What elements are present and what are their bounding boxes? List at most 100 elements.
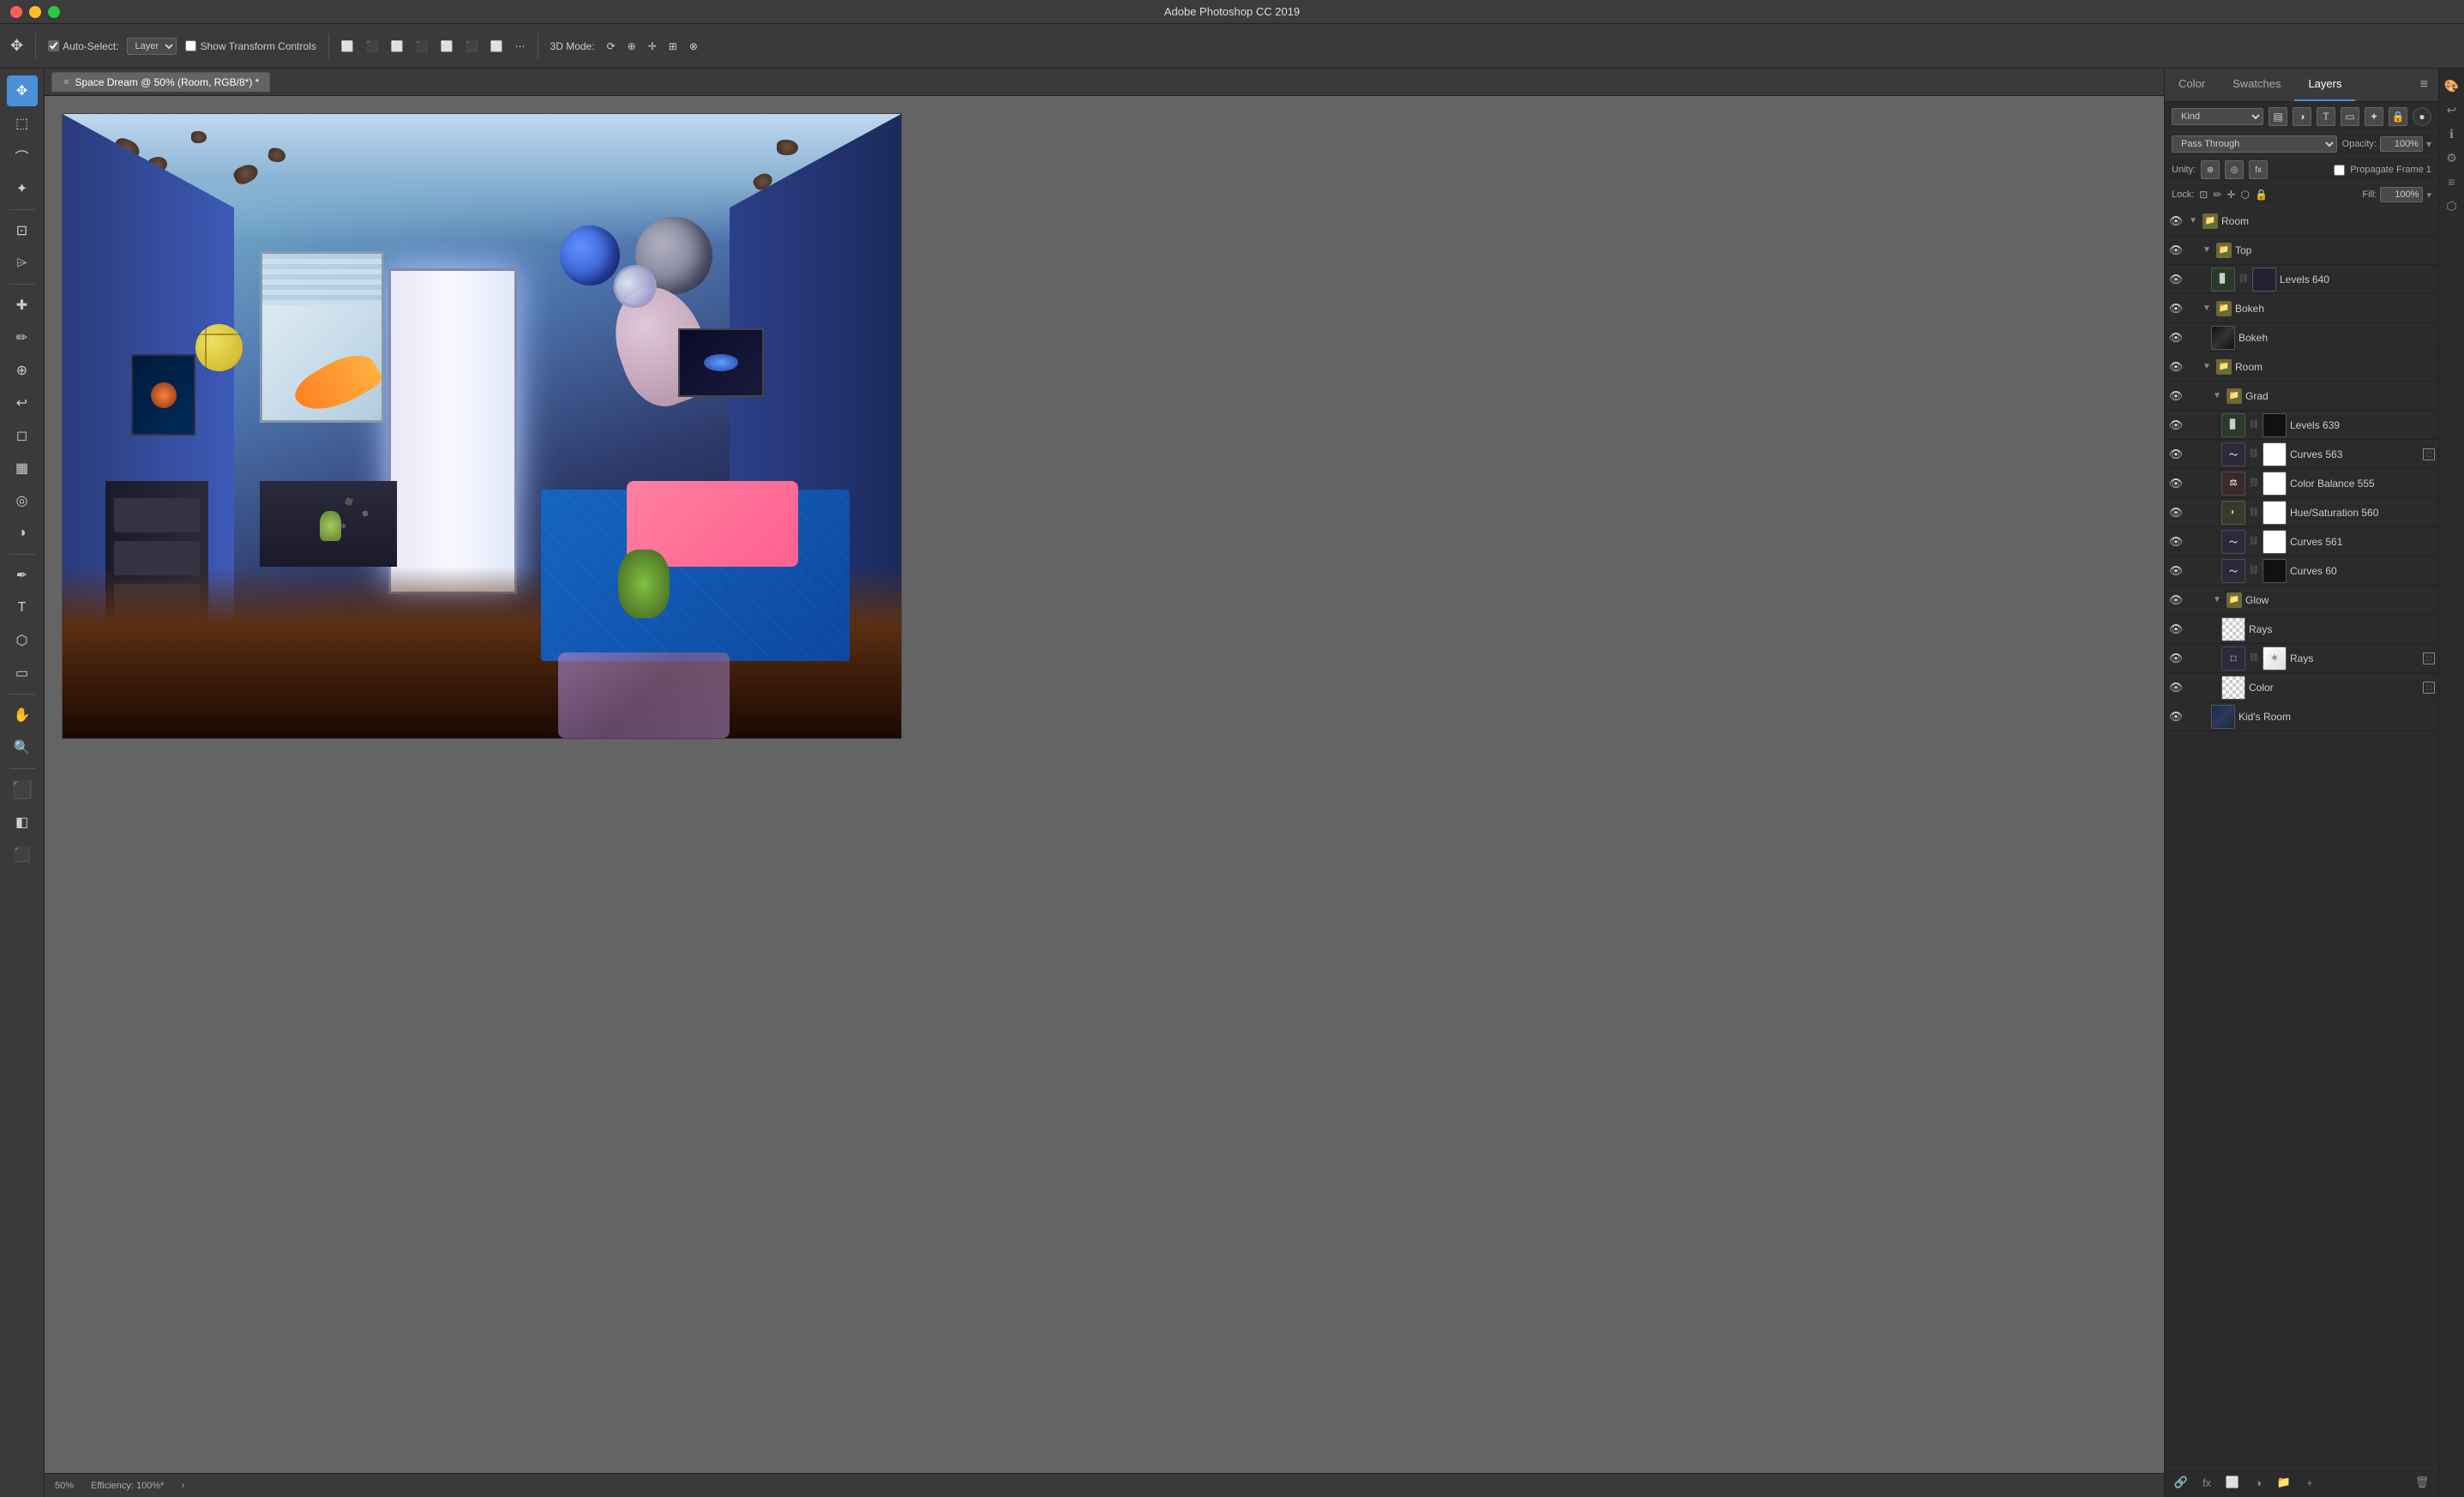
eye-bokeh-group[interactable]: 👁	[2168, 301, 2184, 316]
chain-levels-639[interactable]: ⛓	[2249, 418, 2259, 433]
chain-hs-560[interactable]: ⛓	[2249, 505, 2259, 520]
lock-all-icon[interactable]: 🔒	[2255, 189, 2268, 201]
select-rect-tool[interactable]: ⬚	[7, 108, 38, 139]
layer-levels-639[interactable]: 👁 ▊ ⛓ Levels 639	[2165, 411, 2438, 440]
quick-select-tool[interactable]: ✦	[7, 173, 38, 204]
adjustment-filter-btn[interactable]: ◑	[2293, 107, 2311, 126]
eye-rays-checker[interactable]: 👁	[2168, 622, 2184, 637]
fold-grad[interactable]: ▼	[2211, 390, 2223, 402]
layer-grad-group[interactable]: 👁 ▼ 📁 Grad	[2165, 382, 2438, 411]
align-bottom-btn[interactable]: ⬛	[462, 39, 482, 54]
shape-tool[interactable]: ▭	[7, 658, 38, 688]
dodge-tool[interactable]: ◑	[7, 518, 38, 549]
document-tab[interactable]: ✕ Space Dream @ 50% (Room, RGB/8*) *	[51, 72, 270, 92]
chain-curves-563[interactable]: ⛓	[2249, 447, 2259, 462]
lock-move-icon[interactable]: ✛	[2227, 189, 2235, 201]
eye-top[interactable]: 👁	[2168, 243, 2184, 258]
align-top-btn[interactable]: ⬛	[412, 39, 432, 54]
mini-channels-icon[interactable]: ≡	[2442, 171, 2462, 192]
canvas-viewport[interactable]	[45, 96, 2164, 1473]
layer-rays-checker[interactable]: 👁 Rays	[2165, 615, 2438, 644]
text-tool[interactable]: T	[7, 592, 38, 623]
auto-select-checkbox[interactable]	[48, 40, 59, 51]
unity-btn-1[interactable]: ⊕	[2201, 160, 2220, 179]
blend-mode-select[interactable]: Pass Through	[2172, 135, 2337, 153]
delete-layer-btn[interactable]: 🗑	[2413, 1473, 2431, 1492]
fill-input[interactable]	[2380, 187, 2423, 202]
show-transform-checkbox[interactable]	[185, 40, 196, 51]
pixel-filter-btn[interactable]: ▤	[2269, 107, 2287, 126]
lock-artboard-icon[interactable]: ⬡	[2240, 189, 2249, 201]
crop-tool[interactable]: ⊡	[7, 215, 38, 246]
foreground-color[interactable]: ⬛	[7, 774, 38, 805]
auto-select-toggle[interactable]: Auto-Select:	[45, 39, 122, 54]
distribute-btn[interactable]: ⬜	[487, 39, 507, 54]
kind-select[interactable]: Kind	[2172, 108, 2263, 125]
new-layer-btn[interactable]: +	[2300, 1473, 2319, 1492]
layer-curves-563[interactable]: 👁 〜 ⛓ Curves 563 ⬚	[2165, 440, 2438, 469]
fold-glow[interactable]: ▼	[2211, 594, 2223, 606]
mini-properties-icon[interactable]: ⚙	[2442, 147, 2462, 168]
hand-tool[interactable]: ✋	[7, 700, 38, 730]
align-left-btn[interactable]: ⬜	[338, 39, 358, 54]
3d-scale-btn[interactable]: ⊗	[686, 39, 701, 54]
move-tool[interactable]: ✥	[7, 75, 38, 106]
show-transform-toggle[interactable]: Show Transform Controls	[182, 39, 319, 54]
chain-curves-561[interactable]: ⛓	[2249, 534, 2259, 550]
eye-rays-image[interactable]: 👁	[2168, 651, 2184, 666]
layer-levels-640[interactable]: 👁 ▊ ⛓ Levels 640	[2165, 265, 2438, 294]
history-brush-tool[interactable]: ↩	[7, 388, 38, 418]
add-mask-btn[interactable]: ⬜	[2223, 1473, 2242, 1492]
close-button[interactable]	[10, 6, 22, 18]
layer-bokeh-group[interactable]: 👁 ▼ 📁 Bokeh	[2165, 294, 2438, 323]
eyedropper-tool[interactable]: ⌲	[7, 248, 38, 279]
layer-select[interactable]: Layer	[127, 38, 177, 55]
tab-layers[interactable]: Layers	[2294, 69, 2355, 101]
more-options-btn[interactable]: ⋯	[512, 39, 529, 54]
shape-filter-btn[interactable]: ▭	[2341, 107, 2359, 126]
lock-pixel-icon[interactable]: ✏	[2213, 189, 2221, 201]
chain-rays-image[interactable]: ⛓	[2249, 651, 2259, 666]
layers-list[interactable]: 👁 ▼ 📁 Room 👁 ▼ 📁 Top 👁 ▊ ⛓ Levels 64	[2165, 207, 2438, 1467]
quick-mask-btn[interactable]: ◧	[7, 807, 38, 838]
3d-roll-btn[interactable]: ⊕	[624, 39, 640, 54]
eye-levels-640[interactable]: 👁	[2168, 272, 2184, 287]
chain-levels-640[interactable]: ⛓	[2239, 272, 2249, 287]
eye-curves-60[interactable]: 👁	[2168, 563, 2184, 579]
type-filter-btn[interactable]: T	[2317, 107, 2335, 126]
3d-pan-btn[interactable]: ✛	[645, 39, 660, 54]
align-middle-btn[interactable]: ⬜	[437, 39, 457, 54]
layer-rays-image[interactable]: 👁 ⬚ ⛓ ✶ Rays ⬚	[2165, 644, 2438, 673]
eye-levels-639[interactable]: 👁	[2168, 418, 2184, 433]
eye-curves-563[interactable]: 👁	[2168, 447, 2184, 462]
maximize-button[interactable]	[48, 6, 60, 18]
opacity-arrow[interactable]: ▾	[2426, 138, 2431, 150]
fold-room[interactable]: ▼	[2187, 215, 2199, 227]
tab-swatches[interactable]: Swatches	[2219, 69, 2294, 101]
panel-more-btn[interactable]: ≡	[2410, 69, 2438, 101]
layer-room-group2[interactable]: 👁 ▼ 📁 Room	[2165, 352, 2438, 382]
fold-room2[interactable]: ▼	[2201, 361, 2213, 373]
eye-hs-560[interactable]: 👁	[2168, 505, 2184, 520]
gradient-tool[interactable]: ▦	[7, 453, 38, 484]
3d-orbit-btn[interactable]: ⟳	[604, 39, 619, 54]
lock-filter-btn[interactable]: 🔒	[2389, 107, 2407, 126]
layer-color-balance-555[interactable]: 👁 ⚖ ⛓ Color Balance 555	[2165, 469, 2438, 498]
lasso-tool[interactable]: ⌒	[7, 141, 38, 171]
path-select-tool[interactable]: ⬡	[7, 625, 38, 656]
brush-tool[interactable]: ✏	[7, 322, 38, 353]
layer-curves-561[interactable]: 👁 〜 ⛓ Curves 561	[2165, 527, 2438, 556]
eye-room2[interactable]: 👁	[2168, 359, 2184, 375]
layer-bokeh[interactable]: 👁 Bokeh	[2165, 323, 2438, 352]
layer-glow-group[interactable]: 👁 ▼ 📁 Glow	[2165, 586, 2438, 615]
unity-btn-3[interactable]: fx	[2249, 160, 2268, 179]
mini-history-icon[interactable]: ↩	[2442, 99, 2462, 120]
fold-bokeh[interactable]: ▼	[2201, 303, 2213, 315]
tab-close-icon[interactable]: ✕	[63, 78, 69, 87]
zoom-tool[interactable]: 🔍	[7, 732, 38, 763]
eye-glow[interactable]: 👁	[2168, 592, 2184, 608]
blur-tool[interactable]: ◎	[7, 485, 38, 516]
mini-color-icon[interactable]: 🎨	[2442, 75, 2462, 96]
eye-grad[interactable]: 👁	[2168, 388, 2184, 404]
chain-curves-60[interactable]: ⛓	[2249, 563, 2259, 579]
